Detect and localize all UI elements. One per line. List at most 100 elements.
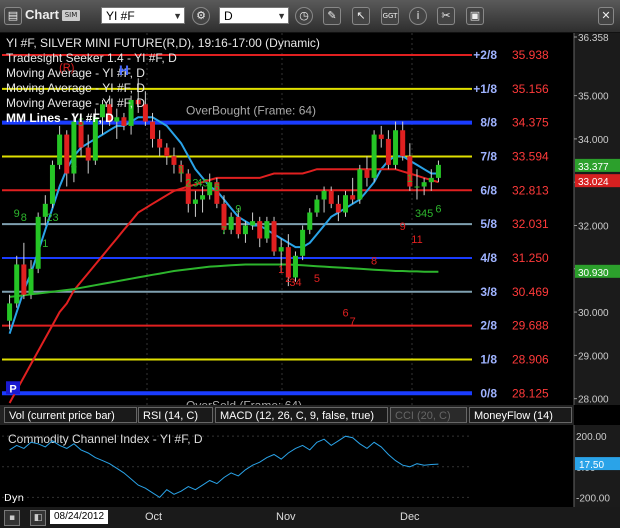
date-readout[interactable]: 08/24/2012 xyxy=(50,510,108,524)
cursor-icon[interactable]: ↖ xyxy=(352,7,370,25)
price-axis-tick: 29.000 xyxy=(578,351,609,362)
candle-body xyxy=(357,169,363,200)
candle-body xyxy=(28,268,34,295)
candle-body xyxy=(307,212,313,230)
mm-line-label: 1/8 xyxy=(480,352,497,366)
candle-body xyxy=(350,195,356,200)
candle-body xyxy=(192,199,198,204)
seeker-count-label: 5 xyxy=(314,273,320,285)
dyn-label: Dyn xyxy=(4,493,24,504)
mm-line-label: 8/8 xyxy=(480,116,497,130)
seeker-count-label: 6 xyxy=(342,307,348,319)
candle-body xyxy=(21,264,27,295)
cube-icon[interactable]: ▣ xyxy=(466,7,484,25)
overbought-label: OverBought (Frame: 64) xyxy=(186,104,316,118)
refresh-icon[interactable]: ⚙ xyxy=(192,7,210,25)
price-axis-tick: 35.000 xyxy=(578,92,609,103)
seeker-count-label: 1 xyxy=(407,173,413,185)
seeker-count-label: 8 xyxy=(228,216,234,228)
lock-icon[interactable]: ▪ xyxy=(4,510,20,526)
candle-body xyxy=(57,134,63,165)
cci-axis-tick: 200.00 xyxy=(576,432,607,443)
seeker-count-label: 6 xyxy=(214,182,220,194)
study-header-line: YI #F, SILVER MINI FUTURE(R,D), 19:16-17… xyxy=(6,36,320,50)
last-price-value: 30.930 xyxy=(578,268,609,279)
cci-chart-svg[interactable]: 200.000.00-200.00Commodity Channel Index… xyxy=(0,425,620,507)
candle-body xyxy=(14,264,20,304)
dyn-button[interactable]: ◧ xyxy=(30,510,46,526)
candle-body xyxy=(121,117,127,126)
mm-line-value: 29.688 xyxy=(512,319,549,333)
study-header-line: Moving Average - YI #F, D xyxy=(6,81,145,95)
time-axis-bar: ▪ ◧ Dyn 08/24/2012 Oct Nov Dec xyxy=(0,493,620,528)
clock-icon[interactable]: ◷ xyxy=(295,7,313,25)
tab-rsi[interactable]: RSI (14, C) xyxy=(138,407,213,423)
price-chart-svg[interactable]: 36.35835.00034.00033.00032.00031.00030.0… xyxy=(0,33,620,425)
mm-line-value: 32.031 xyxy=(512,217,549,231)
symbol-input[interactable]: YI #F ▼ xyxy=(101,7,185,24)
price-axis-tick: 36.358 xyxy=(578,33,609,44)
candle-body xyxy=(114,117,120,122)
mm-line-label: 2/8 xyxy=(480,319,497,333)
marker-r: (R) xyxy=(59,62,74,74)
mm-line-value: 33.594 xyxy=(512,149,549,163)
price-axis-background xyxy=(574,33,620,405)
month-nov: Nov xyxy=(276,511,296,523)
candle-body xyxy=(335,203,341,213)
seeker-count-label: 45 xyxy=(196,178,208,190)
mm-line-label: 0/8 xyxy=(480,386,497,400)
mm-line-value: 35.156 xyxy=(512,82,549,96)
study-header-line: Tradesight Seeker 1.4 - YI #F, D xyxy=(6,51,177,65)
mm-line-label: +2/8 xyxy=(473,48,497,62)
pencil-icon[interactable]: ✎ xyxy=(323,7,341,25)
candle-body xyxy=(150,121,156,139)
tab-cci[interactable]: CCI (20, C) xyxy=(390,407,467,423)
symbol-value: YI #F xyxy=(106,9,135,23)
month-oct: Oct xyxy=(145,511,163,523)
mm-line-value: 28.125 xyxy=(512,386,549,400)
candle-body xyxy=(35,216,41,269)
price-axis-tick: 30.000 xyxy=(578,308,609,319)
info-icon[interactable]: i xyxy=(409,7,427,25)
cci-last-value: 17.50 xyxy=(579,460,604,471)
candle-body xyxy=(171,156,177,165)
chevron-down-icon[interactable]: ▼ xyxy=(277,8,286,25)
mm-line-value: 34.375 xyxy=(512,116,549,130)
chart-window: ▤ Chart SIM YI #F ▼ ⚙ D ▼ ◷ ✎ ↖ GGT i ✂ … xyxy=(0,0,620,528)
tab-volume[interactable]: Vol (current price bar) xyxy=(4,407,137,423)
close-icon[interactable]: ✕ xyxy=(598,7,614,25)
candle-body xyxy=(49,164,55,204)
chart-icon[interactable]: ▤ xyxy=(4,7,22,25)
candle-body xyxy=(435,164,441,178)
last-price-value: 33.024 xyxy=(578,177,609,188)
price-axis-tick: 34.000 xyxy=(578,135,609,146)
study-header-line: Moving Average - YI #F, D xyxy=(6,96,145,110)
candle-body xyxy=(64,134,70,174)
seeker-count-label: 4 xyxy=(71,160,77,172)
seeker-count-label: 345 xyxy=(415,208,433,220)
candle-body xyxy=(292,255,298,278)
chevron-down-icon[interactable]: ▼ xyxy=(173,8,182,25)
month-dec: Dec xyxy=(400,511,420,523)
interval-input[interactable]: D ▼ xyxy=(219,7,289,24)
mm-line-label: +1/8 xyxy=(473,82,497,96)
seeker-count-label: 34 xyxy=(289,277,301,289)
cci-pane[interactable]: 200.000.00-200.00Commodity Channel Index… xyxy=(0,425,620,507)
candle-body xyxy=(85,147,91,161)
last-price-value: 33.377 xyxy=(578,162,609,173)
candle-body xyxy=(314,199,320,213)
mm-line-label: 6/8 xyxy=(480,183,497,197)
candle-body xyxy=(242,225,248,235)
mm-line-value: 32.813 xyxy=(512,183,549,197)
price-pane[interactable]: 36.35835.00034.00033.00032.00031.00030.0… xyxy=(0,33,620,425)
marker-p: P xyxy=(9,383,16,395)
tools-icon[interactable]: ✂ xyxy=(437,7,455,25)
tab-moneyflow[interactable]: MoneyFlow (14) xyxy=(469,407,572,423)
candle-body xyxy=(393,130,399,165)
seeker-count-label: 11 xyxy=(411,234,422,246)
ggt-icon[interactable]: GGT xyxy=(381,7,399,25)
cci-axis-tick: -200.00 xyxy=(576,493,610,504)
mm-line-value: 35.938 xyxy=(512,48,549,62)
tab-macd[interactable]: MACD (12, 26, C, 9, false, true) xyxy=(215,407,388,423)
candle-body xyxy=(371,134,377,178)
